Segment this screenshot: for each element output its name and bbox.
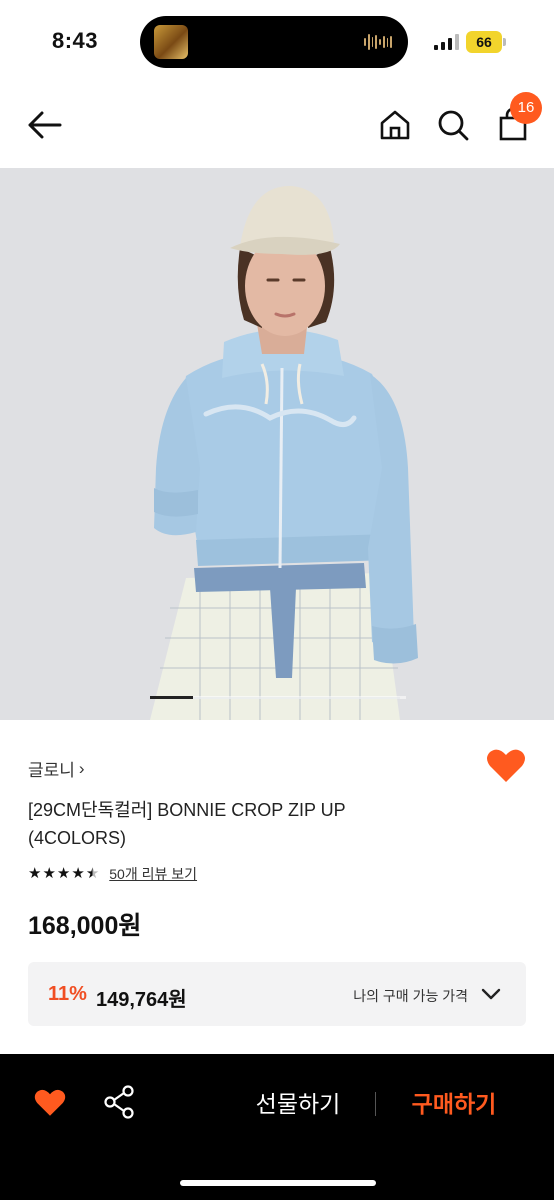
product-image[interactable] bbox=[0, 168, 554, 720]
product-price: 168,000원 bbox=[28, 912, 142, 940]
my-price-panel[interactable]: 11% 149,764원 나의 구매 가능 가격 bbox=[28, 962, 526, 1026]
review-link[interactable]: 50개 리뷰 보기 bbox=[109, 864, 197, 884]
signal-icon bbox=[434, 34, 459, 50]
gift-button[interactable]: 선물하기 bbox=[236, 1084, 360, 1124]
chevron-right-icon: › bbox=[78, 758, 85, 778]
heart-icon[interactable] bbox=[34, 1088, 66, 1118]
battery-indicator: 66 bbox=[466, 31, 502, 53]
my-price-label: 나의 구매 가능 가격 bbox=[353, 988, 468, 1004]
search-icon[interactable] bbox=[436, 108, 470, 142]
product-photo bbox=[0, 168, 554, 720]
home-indicator[interactable] bbox=[180, 1180, 376, 1186]
battery-tip bbox=[503, 38, 506, 46]
rating: ★ ★ ★ ★ ★ 50개 리뷰 보기 bbox=[28, 864, 197, 884]
heart-icon[interactable] bbox=[486, 748, 526, 784]
status-bar: 8:43 66 bbox=[0, 0, 554, 84]
share-icon[interactable] bbox=[102, 1084, 136, 1120]
discount-rate: 11% bbox=[48, 983, 87, 1005]
audio-wave-icon bbox=[364, 32, 392, 52]
brand-name: 글로니 bbox=[28, 761, 75, 780]
star-icon: ★ bbox=[56, 865, 71, 882]
star-icon: ★ bbox=[42, 865, 56, 882]
image-pager-fill bbox=[150, 696, 193, 699]
bottom-action-bar: 선물하기 구매하기 bbox=[0, 1054, 554, 1200]
product-title: [29CM단독컬러] BONNIE CROP ZIP UP (4COLORS) bbox=[28, 800, 346, 848]
status-time: 8:43 bbox=[52, 28, 99, 53]
divider bbox=[375, 1092, 376, 1116]
chevron-down-icon bbox=[481, 988, 501, 1000]
image-pager bbox=[150, 696, 406, 699]
buy-button[interactable]: 구매하기 bbox=[392, 1084, 516, 1124]
star-icon: ★ bbox=[28, 865, 42, 882]
star-icon: ★ bbox=[71, 865, 85, 882]
cart-count-badge[interactable]: 16 bbox=[510, 92, 542, 124]
discount-price: 149,764원 bbox=[96, 989, 187, 1011]
half-star-icon: ★ bbox=[85, 865, 100, 882]
brand-link[interactable]: 글로니 › bbox=[28, 756, 85, 781]
album-art-icon bbox=[154, 25, 188, 59]
dynamic-island[interactable] bbox=[140, 16, 408, 68]
top-nav: 16 bbox=[0, 84, 554, 168]
arrow-left-icon[interactable] bbox=[26, 108, 64, 142]
rating-stars: ★ ★ ★ ★ ★ bbox=[28, 865, 99, 883]
home-icon[interactable] bbox=[378, 108, 412, 142]
